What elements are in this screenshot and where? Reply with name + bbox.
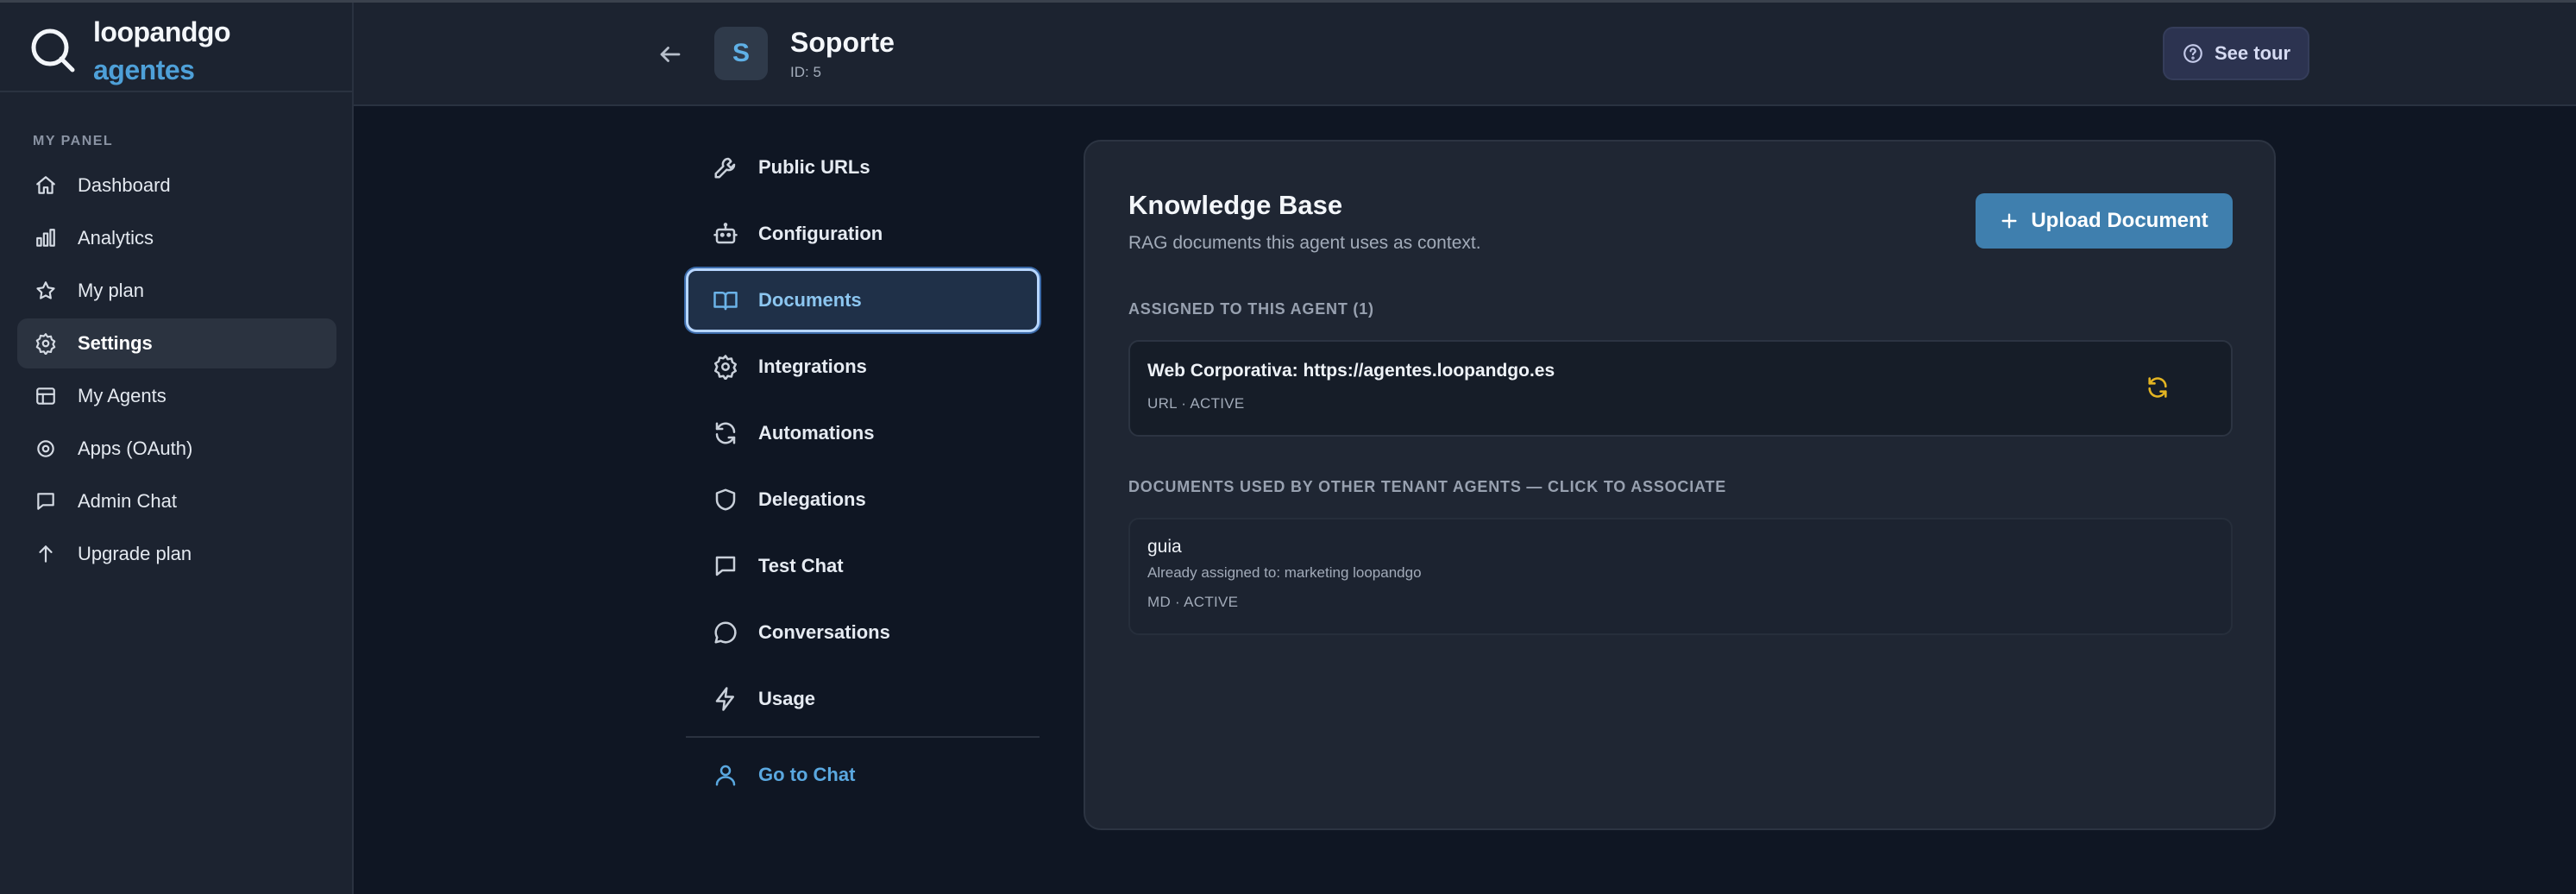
sidebar-item-label: Analytics <box>78 227 154 249</box>
chat-square-icon <box>712 552 739 580</box>
sidebar-item-label: My plan <box>78 280 145 301</box>
sidebar-item-apps-oauth[interactable]: Apps (OAuth) <box>17 424 336 474</box>
arrow-left-icon <box>660 47 681 62</box>
agent-name: Soporte <box>790 27 895 58</box>
table-icon <box>33 383 59 409</box>
sidebar-item-my-agents[interactable]: My Agents <box>17 371 336 421</box>
sidebar-item-dashboard[interactable]: Dashboard <box>17 161 336 211</box>
brand-name: loopandgo <box>93 16 231 47</box>
chat-square-icon <box>33 488 59 514</box>
knowledge-base-subtitle: RAG documents this agent uses as context… <box>1128 233 1481 253</box>
sync-icon[interactable] <box>2143 373 2172 402</box>
document-meta: URL · ACTIVE <box>1147 395 1245 412</box>
assigned-document-row[interactable]: Web Corporativa: https://agentes.loopand… <box>1128 340 2233 437</box>
tab-integrations[interactable]: Integrations <box>686 335 1040 399</box>
other-documents-section-label: DOCUMENTS USED BY OTHER TENANT AGENTS — … <box>1128 478 1727 495</box>
tab-label: Automations <box>758 422 875 444</box>
sidebar-item-my-plan[interactable]: My plan <box>17 266 336 316</box>
document-title: guia <box>1147 537 1182 557</box>
other-document-row[interactable]: guia Already assigned to: marketing loop… <box>1128 518 2233 635</box>
top-header: S Soporte ID: 5 See tour <box>354 3 2576 106</box>
home-icon <box>33 173 59 198</box>
tab-documents[interactable]: Documents <box>686 268 1040 332</box>
brand-logo-icon <box>31 28 75 72</box>
sidebar-item-label: Settings <box>78 332 153 354</box>
sidebar-divider <box>0 91 352 92</box>
tab-conversations[interactable]: Conversations <box>686 601 1040 664</box>
arrow-up-icon <box>33 541 59 567</box>
sidebar-item-settings[interactable]: Settings <box>17 318 336 368</box>
document-meta: MD · ACTIVE <box>1147 594 1239 610</box>
user-icon <box>712 761 739 789</box>
bot-icon <box>712 220 739 248</box>
sidebar-item-label: Apps (OAuth) <box>78 438 193 459</box>
gear-icon <box>33 331 59 356</box>
see-tour-label: See tour <box>2214 42 2291 64</box>
go-to-chat-link[interactable]: Go to Chat <box>686 743 1040 807</box>
subnav-divider <box>686 736 1040 738</box>
gear-icon <box>712 353 739 381</box>
see-tour-button[interactable]: See tour <box>2163 27 2309 80</box>
sidebar-item-label: Dashboard <box>78 174 171 196</box>
tab-configuration[interactable]: Configuration <box>686 202 1040 266</box>
sidebar-item-label: Admin Chat <box>78 490 177 512</box>
tab-label: Conversations <box>758 621 890 643</box>
agent-avatar: S <box>714 27 768 80</box>
agent-id: ID: 5 <box>790 64 821 80</box>
tab-label: Configuration <box>758 223 883 244</box>
lightning-icon <box>712 685 739 713</box>
sidebar-item-label: My Agents <box>78 385 166 406</box>
sidebar: loopandgo agentes MY PANEL Dashboard Ana… <box>0 3 354 894</box>
book-open-icon <box>712 286 739 314</box>
tab-delegations[interactable]: Delegations <box>686 468 1040 532</box>
tab-automations[interactable]: Automations <box>686 401 1040 465</box>
go-to-chat-label: Go to Chat <box>758 764 856 785</box>
tab-label: Delegations <box>758 488 866 510</box>
shield-icon <box>712 486 739 513</box>
brand[interactable]: loopandgo agentes <box>29 11 349 89</box>
upload-document-label: Upload Document <box>2031 209 2208 232</box>
star-icon <box>33 278 59 304</box>
sidebar-item-upgrade-plan[interactable]: Upgrade plan <box>17 529 336 579</box>
tab-test-chat[interactable]: Test Chat <box>686 534 1040 598</box>
sidebar-item-label: Upgrade plan <box>78 543 192 564</box>
bar-chart-icon <box>33 225 59 251</box>
tab-label: Usage <box>758 688 816 709</box>
tab-usage[interactable]: Usage <box>686 667 1040 731</box>
sidebar-item-analytics[interactable]: Analytics <box>17 213 336 263</box>
wrench-icon <box>712 154 739 181</box>
tab-label: Public URLs <box>758 156 870 178</box>
agent-subnav: Public URLs Configuration Documents Inte… <box>686 135 1040 809</box>
brand-subname: agentes <box>93 54 195 85</box>
document-assigned-note: Already assigned to: marketing loopandgo <box>1147 564 1422 581</box>
sidebar-nav: Dashboard Analytics My plan Settings My … <box>17 161 336 582</box>
knowledge-base-title: Knowledge Base <box>1128 190 1343 220</box>
upload-document-button[interactable]: Upload Document <box>1976 193 2233 249</box>
sidebar-item-admin-chat[interactable]: Admin Chat <box>17 476 336 526</box>
tab-public-urls[interactable]: Public URLs <box>686 135 1040 199</box>
tab-label: Test Chat <box>758 555 844 576</box>
refresh-icon <box>712 419 739 447</box>
assigned-section-label: ASSIGNED TO THIS AGENT (1) <box>1128 300 1374 318</box>
plus-icon <box>2001 213 2017 229</box>
help-circle-icon <box>2183 44 2202 63</box>
back-button[interactable] <box>651 35 689 73</box>
document-title: Web Corporativa: https://agentes.loopand… <box>1147 361 1555 381</box>
cog-icon <box>33 436 59 462</box>
chat-round-icon <box>712 619 739 646</box>
knowledge-base-card: Knowledge Base RAG documents this agent … <box>1084 140 2276 830</box>
tab-label: Documents <box>758 289 862 311</box>
sidebar-section-label: MY PANEL <box>33 134 114 148</box>
tab-label: Integrations <box>758 356 867 377</box>
